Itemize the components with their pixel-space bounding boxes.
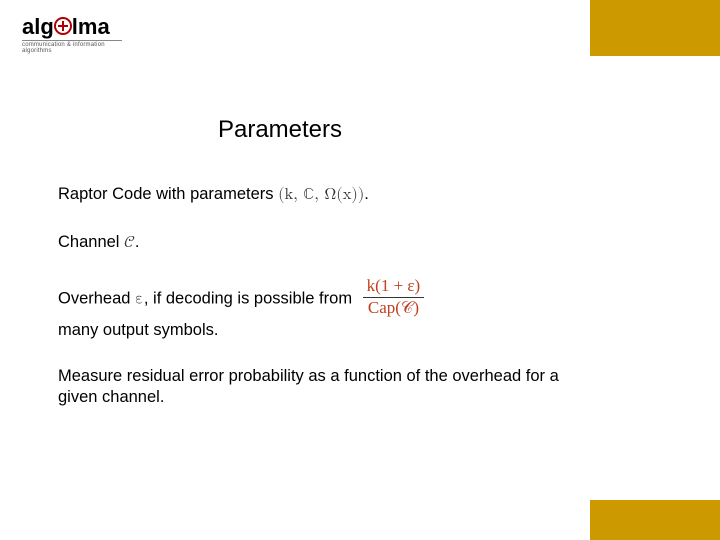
paragraph-2: Channel 𝒞. [58, 232, 578, 254]
logo-subtitle: communication & information algorithms [22, 40, 122, 54]
decor-bar-bottom [590, 500, 720, 540]
fraction-numerator: k(1 + ε) [363, 277, 425, 298]
logo: alglma [22, 14, 110, 40]
p1-suffix: . [364, 185, 369, 203]
p2-math: 𝒞 [124, 235, 135, 251]
logo-mark-icon [54, 17, 72, 35]
p2-suffix: . [135, 233, 140, 251]
p3-mid: , if decoding is possible from [144, 290, 357, 308]
slide-title: Parameters [0, 116, 560, 144]
paragraph-4: Measure residual error probability as a … [58, 366, 578, 407]
logo-text-left: alg [22, 14, 54, 39]
p3-fraction: k(1 + ε) Cap(𝒞) [363, 277, 425, 317]
p3-eps: ε [135, 292, 144, 308]
slide-body: Raptor Code with parameters (k, ℂ, Ω(x))… [58, 184, 578, 434]
p3-line2: many output symbols. [58, 321, 219, 339]
fraction-denominator: Cap(𝒞) [363, 298, 425, 318]
decor-bar-top [590, 0, 720, 56]
paragraph-1: Raptor Code with parameters (k, ℂ, Ω(x))… [58, 184, 578, 206]
logo-text-right: lma [72, 14, 110, 39]
p3-prefix: Overhead [58, 290, 135, 308]
paragraph-3: Overhead ε, if decoding is possible from… [58, 279, 578, 340]
p1-text: Raptor Code with parameters [58, 185, 278, 203]
p2-text: Channel [58, 233, 124, 251]
p1-math: (k, ℂ, Ω(x)) [278, 187, 364, 203]
slide: alglma communication & information algor… [0, 0, 720, 540]
